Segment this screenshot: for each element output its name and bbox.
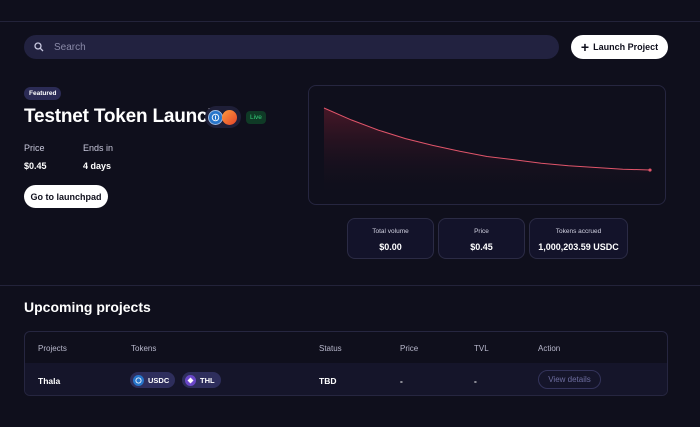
- upcoming-projects-title: Upcoming projects: [24, 299, 151, 315]
- tokens-accrued-card: Tokens accrued 1,000,203.59 USDC: [529, 218, 628, 259]
- tokens-accrued-value: 1,000,203.59 USDC: [538, 242, 619, 252]
- launch-project-label: Launch Project: [593, 42, 659, 52]
- column-tokens: Tokens: [131, 344, 157, 353]
- featured-badge: Featured: [24, 87, 62, 100]
- price-chart: [308, 85, 666, 205]
- column-action: Action: [538, 344, 561, 353]
- chart-point: [648, 168, 652, 172]
- price-label: Price: [24, 143, 45, 153]
- chart-area: [324, 108, 650, 193]
- project-name: Thala: [38, 376, 61, 386]
- table-header: Projects Tokens Status Price TVL Action: [25, 332, 667, 363]
- price-card: Price $0.45: [438, 218, 525, 259]
- price-card-value: $0.45: [470, 242, 493, 252]
- go-to-launchpad-button[interactable]: Go to launchpad: [24, 185, 108, 208]
- total-volume-card: Total volume $0.00: [347, 218, 434, 259]
- usdc-token-label: USDC: [148, 375, 170, 385]
- upcoming-projects-table: Projects Tokens Status Price TVL Action …: [24, 331, 668, 396]
- plus-icon: +: [580, 38, 590, 55]
- tvl-value-cell: -: [474, 376, 477, 386]
- thl-token-pill: THL: [182, 372, 221, 388]
- section-divider: [0, 285, 700, 286]
- usdc-token-pill: USDC: [130, 372, 176, 388]
- view-details-button[interactable]: View details: [538, 370, 601, 389]
- price-value-cell: -: [400, 376, 403, 386]
- search-bar[interactable]: Search: [24, 35, 559, 59]
- tokens-accrued-label: Tokens accrued: [555, 228, 602, 235]
- status-value: TBD: [319, 376, 337, 386]
- ends-in-label: Ends in: [83, 143, 114, 153]
- column-status: Status: [319, 344, 342, 353]
- total-volume-value: $0.00: [379, 242, 402, 252]
- launch-project-button[interactable]: + Launch Project: [571, 35, 668, 59]
- price-chart-svg: [323, 107, 652, 193]
- price-card-label: Price: [474, 228, 489, 235]
- column-tvl: TVL: [474, 344, 489, 353]
- thl-token-label: THL: [200, 375, 215, 385]
- search-input[interactable]: Search: [54, 42, 86, 53]
- total-volume-label: Total volume: [372, 228, 409, 235]
- column-projects: Projects: [38, 344, 67, 353]
- search-icon: [32, 40, 46, 54]
- project-title: Testnet Token Launch: [24, 106, 219, 127]
- usdc-icon: [133, 374, 144, 386]
- table-row[interactable]: Thala USDC THL TBD - - View details: [25, 363, 667, 395]
- token-icons: [205, 106, 241, 128]
- thl-token-icon: [222, 109, 237, 125]
- thl-icon: [185, 374, 196, 386]
- live-status-badge: Live: [246, 111, 266, 124]
- usdc-token-icon: [208, 109, 223, 125]
- column-price: Price: [400, 344, 419, 353]
- ends-in-value: 4 days: [83, 161, 112, 171]
- top-divider: [0, 21, 700, 22]
- price-value: $0.45: [24, 161, 47, 171]
